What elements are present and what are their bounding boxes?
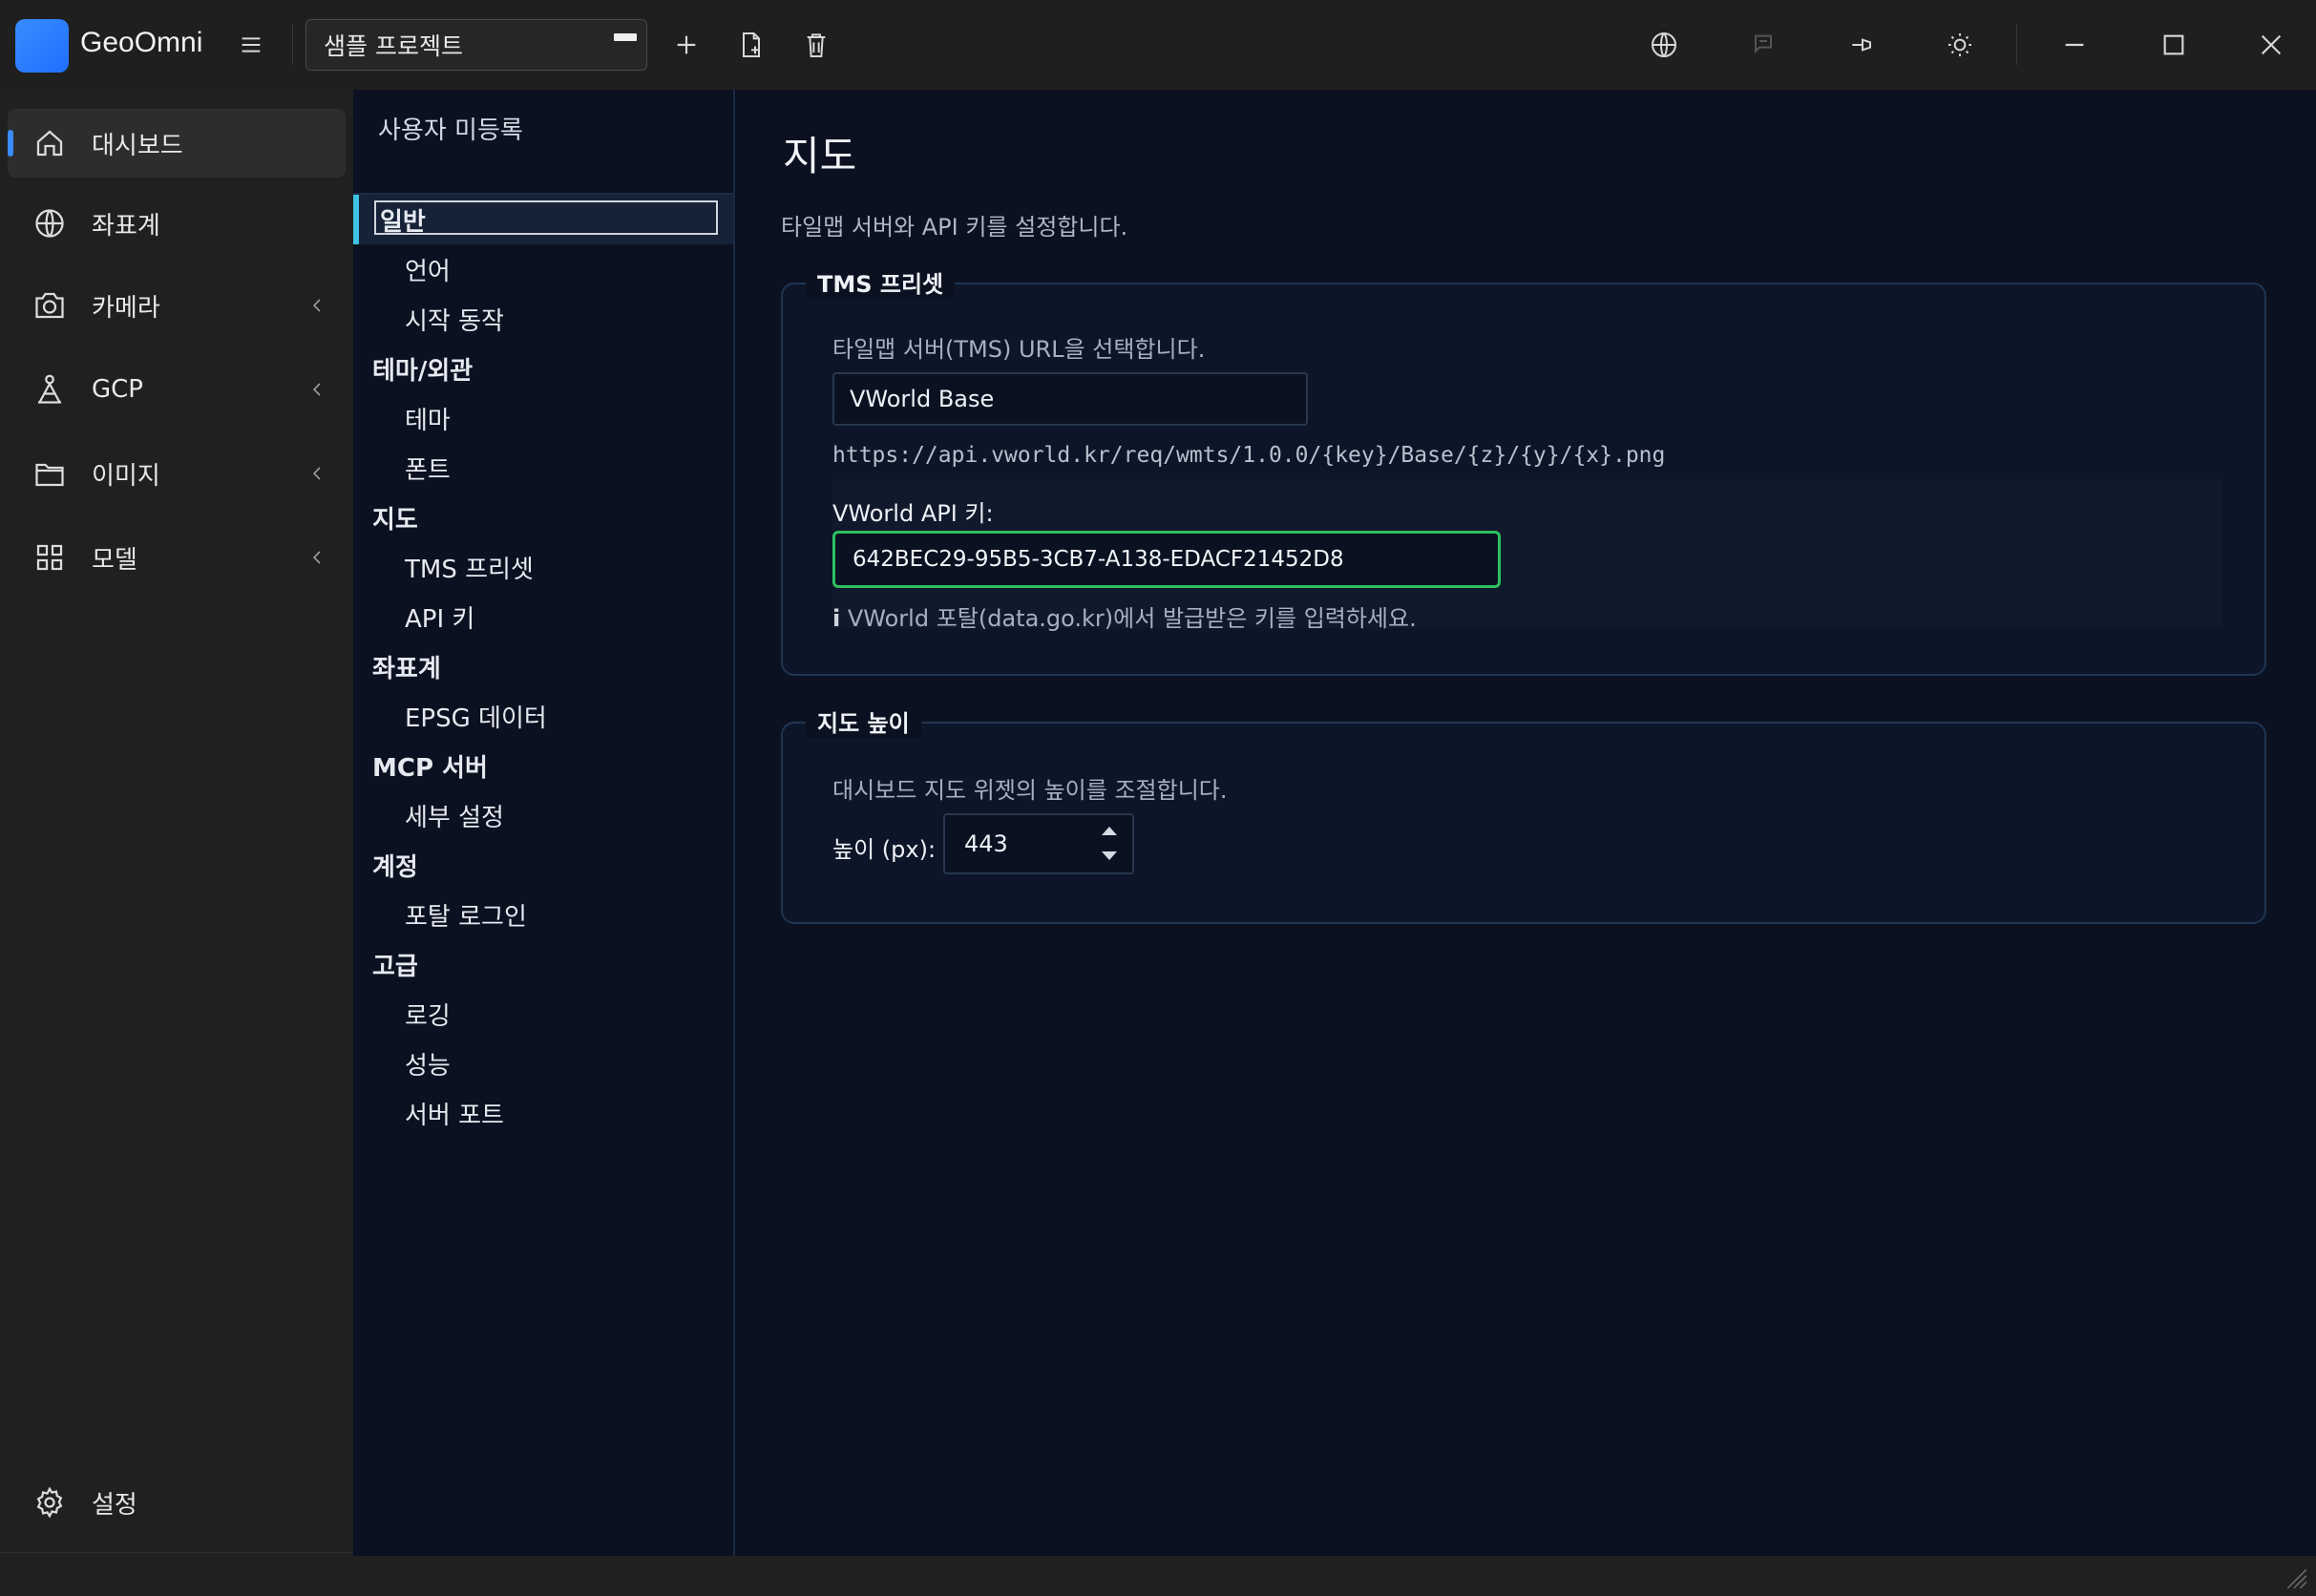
tree-item-startup[interactable]: 시작 동작 (405, 302, 504, 337)
nav-item-label: GCP (92, 375, 143, 404)
active-indicator (8, 130, 13, 157)
group-description: 대시보드 지도 위젯의 높이를 조절합니다. (832, 777, 1228, 804)
resize-grip-icon[interactable] (2284, 1565, 2308, 1590)
tree-item-server-port[interactable]: 서버 포트 (405, 1096, 504, 1131)
disabled-tool-icon (1737, 19, 1789, 71)
menu-icon[interactable] (225, 19, 277, 71)
spin-up-icon[interactable] (1102, 827, 1117, 835)
nav-item-models[interactable]: 모델 (8, 523, 346, 592)
maximize-icon[interactable] (2148, 19, 2200, 71)
titlebar-divider (2016, 25, 2017, 65)
add-icon[interactable] (661, 19, 712, 71)
nav-item-label: 설정 (92, 1490, 137, 1520)
app-logo (15, 19, 69, 73)
settings-content: 지도 타일맵 서버와 API 키를 설정합니다. TMS 프리셋 타일맵 서버(… (735, 90, 2316, 1556)
spin-down-icon[interactable] (1102, 851, 1117, 860)
settings-tree: 사용자 미등록 일반 언어 시작 동작 테마/외관 테마 폰트 지도 TMS 프… (353, 90, 735, 1556)
tms-url-text: https://api.vworld.kr/req/wmts/1.0.0/{ke… (832, 443, 1666, 468)
minimize-icon[interactable] (2049, 19, 2100, 71)
tree-group-map[interactable]: 지도 (372, 500, 418, 536)
dropdown-indicator-icon (614, 33, 637, 41)
nav-item-settings[interactable]: 설정 (8, 1468, 346, 1537)
tree-item-performance[interactable]: 성능 (405, 1046, 451, 1082)
home-icon (32, 126, 67, 160)
globe-icon[interactable] (1638, 19, 1690, 71)
chevron-left-icon (307, 546, 326, 569)
tree-group-account[interactable]: 계정 (372, 848, 418, 883)
api-key-hint-text: VWorld 포탈(data.go.kr)에서 발급받은 키를 입력하세요. (847, 605, 1417, 632)
info-icon: i (832, 605, 841, 632)
camera-icon (32, 288, 67, 323)
nav-item-label: 좌표계 (92, 211, 160, 241)
nav-item-label: 대시보드 (92, 131, 183, 160)
tree-group-mcp-server[interactable]: MCP 서버 (372, 748, 488, 784)
tms-preset-group: TMS 프리셋 타일맵 서버(TMS) URL을 선택합니다. VWorld B… (781, 265, 2266, 676)
page-description: 타일맵 서버와 API 키를 설정합니다. (781, 214, 1128, 241)
tree-item-theme[interactable]: 테마 (405, 401, 451, 436)
gear-icon (32, 1485, 67, 1520)
group-description: 타일맵 서버(TMS) URL을 선택합니다. (832, 336, 1206, 363)
sidebar-divider (0, 1552, 353, 1553)
project-select-value: 샘플 프로젝트 (324, 32, 463, 60)
new-file-icon[interactable] (726, 19, 777, 71)
tms-preset-select[interactable]: VWorld Base (832, 372, 1308, 426)
group-legend: TMS 프리셋 (806, 265, 956, 299)
selection-indicator (353, 195, 359, 244)
title-bar: GeoOmni 샘플 프로젝트 (0, 0, 2316, 91)
height-spinbox[interactable]: 443 (943, 813, 1134, 874)
map-height-group: 지도 높이 대시보드 지도 위젯의 높이를 조절합니다. 높이 (px): 44… (781, 704, 2266, 924)
tree-group-general[interactable]: 일반 (380, 202, 426, 238)
gcp-marker-icon (32, 372, 67, 407)
api-key-panel: VWorld API 키: 642BEC29-95B5-3CB7-A138-ED… (832, 479, 2222, 632)
nav-item-label: 카메라 (92, 293, 160, 323)
tree-item-font[interactable]: 폰트 (405, 451, 451, 486)
api-key-hint: i VWorld 포탈(data.go.kr)에서 발급받은 키를 입력하세요. (832, 599, 1417, 633)
tree-item-epsg-data[interactable]: EPSG 데이터 (405, 699, 547, 734)
globe-icon (32, 206, 67, 241)
tree-item-api-key[interactable]: API 키 (405, 599, 474, 635)
close-icon[interactable] (2245, 19, 2297, 71)
page-title: 지도 (783, 133, 857, 179)
tree-item-portal-login[interactable]: 포탈 로그인 (405, 897, 527, 933)
nav-item-images[interactable]: 이미지 (8, 439, 346, 508)
pin-icon[interactable] (1837, 19, 1888, 71)
titlebar-divider (292, 25, 293, 65)
tree-item-language[interactable]: 언어 (405, 252, 451, 287)
api-key-input[interactable]: 642BEC29-95B5-3CB7-A138-EDACF21452D8 (832, 531, 1501, 588)
tree-group-advanced[interactable]: 고급 (372, 947, 418, 982)
nav-item-label: 모델 (92, 545, 137, 575)
app-name: GeoOmni (80, 27, 203, 58)
chevron-left-icon (307, 294, 326, 317)
nav-item-coordinate-system[interactable]: 좌표계 (8, 189, 346, 258)
height-value: 443 (964, 830, 1008, 857)
nav-item-camera[interactable]: 카메라 (8, 271, 346, 340)
focus-rectangle (374, 200, 718, 235)
nav-item-gcp[interactable]: GCP (8, 355, 346, 424)
height-label: 높이 (px): (832, 836, 937, 863)
nav-item-label: 이미지 (92, 461, 160, 491)
tree-item-detail-settings[interactable]: 세부 설정 (405, 798, 504, 833)
nav-sidebar: 대시보드 좌표계 카메라 GCP 이미지 모델 설정 (0, 90, 353, 1596)
folder-icon (32, 456, 67, 491)
project-select[interactable]: 샘플 프로젝트 (305, 19, 647, 71)
chevron-left-icon (307, 378, 326, 401)
status-bar (0, 1556, 2316, 1596)
theme-sun-icon[interactable] (1934, 19, 1986, 71)
tree-group-coordinate-system[interactable]: 좌표계 (372, 649, 441, 684)
tree-item-tms-preset[interactable]: TMS 프리셋 (405, 550, 534, 585)
grid-icon (32, 540, 67, 575)
nav-item-dashboard[interactable]: 대시보드 (8, 109, 346, 178)
tree-group-theme[interactable]: 테마/외관 (372, 351, 473, 387)
chevron-left-icon (307, 462, 326, 485)
group-legend: 지도 높이 (806, 704, 921, 738)
delete-icon[interactable] (790, 19, 842, 71)
tree-title: 사용자 미등록 (378, 116, 523, 145)
tree-item-logging[interactable]: 로깅 (405, 997, 451, 1032)
api-key-label: VWorld API 키: (832, 500, 994, 527)
